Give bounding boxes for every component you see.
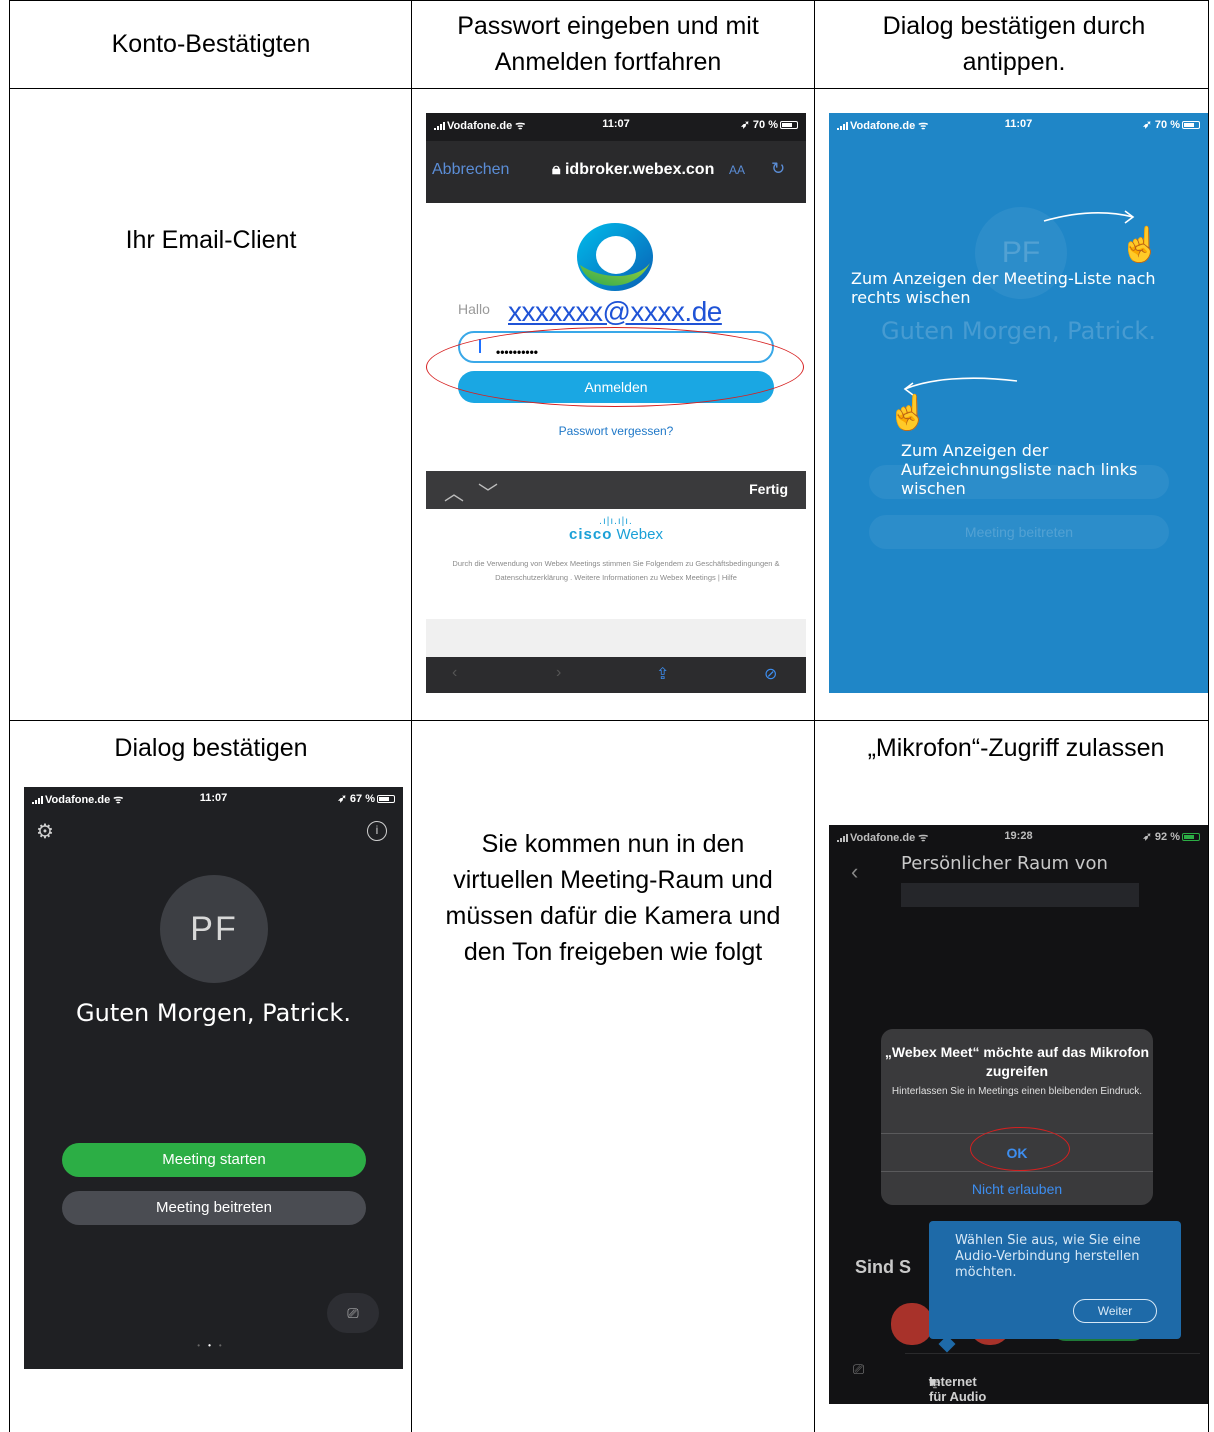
room-owner-redacted — [901, 883, 1139, 907]
url-field[interactable]: 🔒︎ idbroker.webex.con — [552, 161, 714, 179]
battery: ➶ 92 % — [1143, 830, 1200, 843]
forgot-password-link[interactable]: Passwort vergessen? — [426, 424, 806, 438]
back-icon[interactable]: ‹ — [452, 664, 457, 682]
hallo-label: Hallo — [458, 301, 490, 317]
webex-logo-icon — [577, 223, 653, 291]
battery-icon — [1182, 833, 1200, 841]
audio-select[interactable]: ᯤ Internet für Audio verwenden ▾ — [905, 1353, 1200, 1404]
page-indicator: ••• — [197, 1341, 230, 1350]
back-chevron-icon[interactable]: ‹ — [851, 859, 858, 885]
table-border-top — [9, 0, 1209, 1]
mic-permission-alert: „Webex Meet“ möchte auf das Mikrofon zug… — [881, 1029, 1153, 1205]
header-password: Passwort eingeben und mit Anmelden fortf… — [457, 12, 759, 76]
location-icon: ➶ — [1142, 831, 1152, 843]
alert-divider — [881, 1171, 1153, 1172]
mute-button[interactable] — [891, 1303, 933, 1345]
status-bar: Vodafone.de ᯤ 11:07 ➶ 70 % — [426, 113, 806, 141]
cast-icon[interactable]: ⎚ — [327, 1293, 379, 1333]
cisco-wordmark: cisco — [569, 526, 613, 543]
table-divider-1 — [411, 0, 412, 1432]
reload-icon[interactable]: ↻ — [771, 159, 785, 179]
table-border-right — [1208, 0, 1209, 1432]
partial-heading: Sind S — [855, 1257, 912, 1277]
battery: ➶ 67 % — [338, 792, 395, 805]
greeting: Guten Morgen, Patrick. — [76, 999, 351, 1027]
dialog-confirm-title: Dialog bestätigen — [114, 734, 308, 762]
login-screenshot: Vodafone.de ᯤ 11:07 ➶ 70 % Abbrechen 🔒︎ … — [426, 113, 806, 693]
swipe-left-hint: Zum Anzeigen der Aufzeichnungsliste nach… — [901, 441, 1138, 498]
audio-bar: ⎚ ᯤ Internet für Audio verwenden ▾ — [829, 1351, 1208, 1404]
header-account-confirm: Konto-Bestätigten — [111, 30, 311, 58]
info-icon[interactable]: i — [367, 821, 387, 841]
alert-title: „Webex Meet“ möchte auf das Mikrofon zug… — [884, 1044, 1150, 1079]
legal-text: Durch die Verwendung von Webex Meetings … — [452, 559, 780, 582]
table-border-left — [9, 0, 10, 1432]
mic-access-title: „Mikrofon“-Zugriff zulassen — [867, 734, 1165, 762]
share-icon[interactable]: ⇪ — [656, 664, 669, 684]
email-client-label: Ihr Email-Client — [125, 226, 297, 254]
audio-tooltip: Wählen Sie aus, wie Sie eine Audio-Verbi… — [929, 1221, 1181, 1339]
text-size-button[interactable]: AA — [729, 163, 745, 177]
swipe-hint-screenshot: Vodafone.de ᯤ 11:07 ➶ 70 % PF Guten Morg… — [829, 113, 1208, 693]
tooltip-text: Wählen Sie aus, wie Sie eine Audio-Verbi… — [955, 1233, 1141, 1280]
start-meeting-button[interactable]: Meeting starten — [62, 1143, 366, 1177]
home-screenshot: Vodafone.de ᯤ 11:07 ➶ 67 % ⚙ i PF Guten … — [24, 787, 403, 1369]
keyboard-accessory-bar: ︿﹀ Fertig — [426, 471, 806, 509]
status-bar: Vodafone.de ᯤ 19:28 ➶ 92 % — [829, 825, 1208, 847]
cast-icon[interactable]: ⎚ — [853, 1361, 864, 1378]
battery: ➶ 70 % — [741, 118, 798, 131]
room-title: Persönlicher Raum von — [901, 853, 1108, 874]
cisco-webex-brand: .ı|ı.ı|ı. cisco Webex — [426, 517, 806, 543]
highlight-ellipse — [426, 327, 804, 407]
browser-toolbar: ‹ › ⇪ ⊘ — [426, 657, 806, 693]
continue-button[interactable]: Weiter — [1073, 1299, 1157, 1323]
browser-bar: Abbrechen 🔒︎ idbroker.webex.con AA ↻ — [426, 141, 806, 203]
swipe-right-hint: Zum Anzeigen der Meeting-Liste nach rech… — [851, 269, 1156, 307]
status-bar: Vodafone.de ᯤ 11:07 ➶ 67 % — [24, 787, 403, 809]
header-dialog-tap: Dialog bestätigen durch antippen. — [882, 12, 1146, 76]
location-icon: ➶ — [740, 119, 750, 131]
location-icon: ➶ — [337, 793, 347, 805]
table-header-line — [9, 88, 1209, 89]
swipe-arrows-icon — [903, 210, 1135, 396]
email-value: xxxxxxx@xxxx.de — [508, 296, 722, 327]
gear-icon[interactable]: ⚙ — [36, 819, 54, 844]
done-button[interactable]: Fertig — [749, 481, 788, 497]
meeting-room-instructions: Sie kommen nun in den virtuellen Meeting… — [445, 830, 781, 966]
table-divider-2 — [814, 0, 815, 1432]
deny-button[interactable]: Nicht erlauben — [881, 1181, 1153, 1197]
battery-icon — [780, 121, 798, 129]
webex-wordmark: Webex — [616, 526, 663, 543]
page-footer — [426, 619, 806, 657]
table-row-line — [9, 720, 1209, 721]
forward-icon[interactable]: › — [556, 664, 561, 682]
mic-permission-screenshot: Vodafone.de ᯤ 19:28 ➶ 92 % ‹ Persönliche… — [829, 825, 1208, 1404]
field-nav-arrows-icon[interactable]: ︿﹀ — [444, 477, 512, 506]
chevron-down-icon: ▾ — [929, 1374, 936, 1389]
lock-icon: 🔒︎ — [552, 161, 561, 178]
avatar: PF — [160, 875, 268, 983]
alert-message: Hinterlassen Sie in Meetings einen bleib… — [891, 1086, 1143, 1097]
hand-pointer-icon: ☝ — [887, 394, 930, 432]
join-meeting-button[interactable]: Meeting beitreten — [62, 1191, 366, 1225]
battery-icon — [377, 795, 395, 803]
highlight-ellipse — [970, 1127, 1070, 1171]
cancel-button[interactable]: Abbrechen — [432, 161, 509, 179]
hand-pointer-icon: ☝ — [1119, 226, 1162, 264]
compass-icon[interactable]: ⊘ — [764, 664, 777, 684]
